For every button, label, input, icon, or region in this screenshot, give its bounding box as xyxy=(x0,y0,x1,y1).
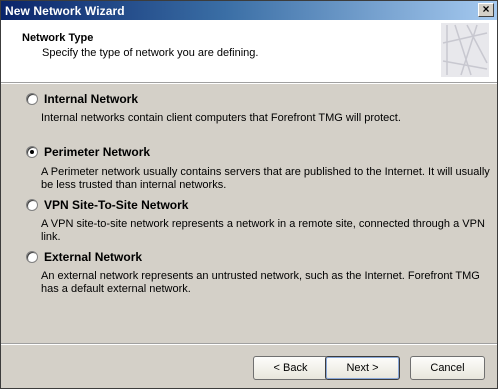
option-label[interactable]: Perimeter Network xyxy=(44,145,150,159)
window-title: New Network Wizard xyxy=(5,4,125,18)
wizard-header: Network Type Specify the type of network… xyxy=(1,20,497,82)
radio-external-network[interactable] xyxy=(26,251,38,263)
next-button[interactable]: Next > xyxy=(325,356,400,380)
option-label[interactable]: Internal Network xyxy=(44,92,138,106)
network-type-options: Internal Network Internal networks conta… xyxy=(1,84,497,344)
page-title: Network Type xyxy=(22,32,94,44)
title-bar: New Network Wizard × xyxy=(1,1,497,20)
option-description: A Perimeter network usually contains ser… xyxy=(41,166,490,191)
option-description: A VPN site-to-site network represents a … xyxy=(41,218,485,243)
radio-vpn-site-to-site-network[interactable] xyxy=(26,199,38,211)
option-label[interactable]: VPN Site-To-Site Network xyxy=(44,198,188,212)
back-button[interactable]: < Back xyxy=(253,356,328,380)
option-description: An external network represents an untrus… xyxy=(41,270,480,295)
wizard-graphic-icon xyxy=(441,23,489,77)
footer-divider xyxy=(1,343,497,345)
close-button[interactable]: × xyxy=(478,3,494,17)
cancel-button[interactable]: Cancel xyxy=(410,356,485,380)
page-subtitle: Specify the type of network you are defi… xyxy=(42,47,259,59)
radio-perimeter-network[interactable] xyxy=(26,146,38,158)
option-description: Internal networks contain client compute… xyxy=(41,112,401,124)
wizard-window: New Network Wizard × Network Type Specif… xyxy=(0,0,498,389)
radio-internal-network[interactable] xyxy=(26,93,38,105)
option-label[interactable]: External Network xyxy=(44,250,142,264)
